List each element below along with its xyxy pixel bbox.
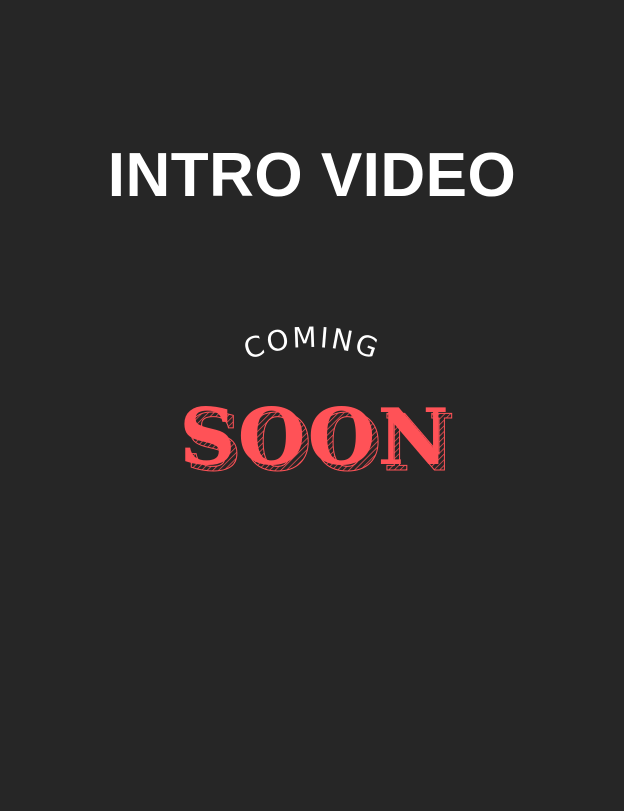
page-canvas: INTRO VIDEO COMING SOON SOON xyxy=(0,0,624,811)
page-title: INTRO VIDEO xyxy=(107,141,517,210)
soon-wordmark: SOON SOON xyxy=(179,392,455,490)
soon-main-text: SOON xyxy=(179,392,451,483)
coming-label: COMING xyxy=(239,321,384,367)
coming-arc-text: COMING xyxy=(239,321,384,367)
coming-label-path: COMING xyxy=(239,321,381,367)
